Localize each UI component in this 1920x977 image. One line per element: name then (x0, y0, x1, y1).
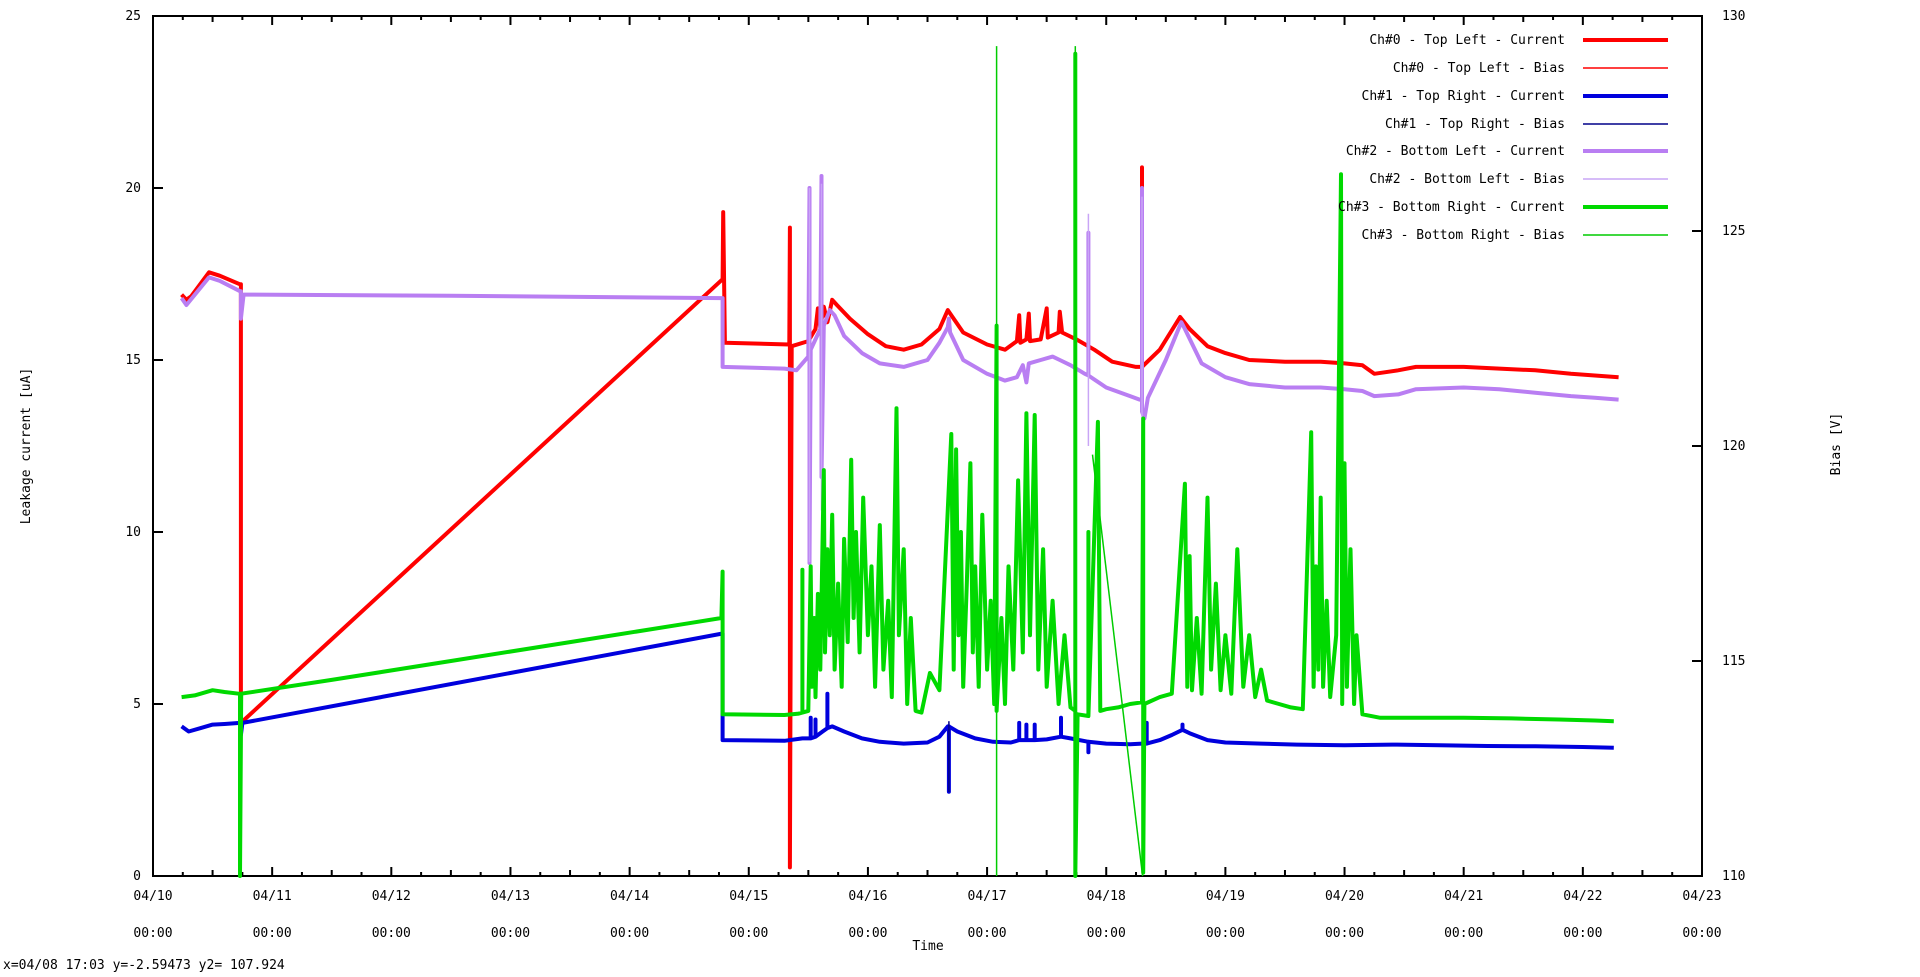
x-tick-date-label: 04/16 (848, 889, 887, 904)
x-tick-time-label: 00:00 (968, 926, 1007, 941)
y-tick-label: 5 (133, 697, 141, 712)
x-tick-date-label: 04/12 (372, 889, 411, 904)
y-tick-label: 20 (125, 181, 141, 196)
legend-label-ch1-current: Ch#1 - Top Right - Current (1362, 89, 1566, 104)
legend-label-ch2-bias: Ch#2 - Bottom Left - Bias (1369, 172, 1565, 187)
mouse-coordinates-readout: x=04/08 17:03 y=-2.59473 y2= 107.924 (3, 958, 285, 973)
y-tick-label: 0 (133, 869, 141, 884)
x-tick-date-label: 04/15 (729, 889, 768, 904)
x-tick-time-label: 00:00 (133, 926, 172, 941)
x-tick-time-label: 00:00 (1087, 926, 1126, 941)
x-tick-time-label: 00:00 (1206, 926, 1245, 941)
y2-tick-label: 110 (1722, 869, 1745, 884)
x-tick-time-label: 00:00 (1563, 926, 1602, 941)
x-tick-time-label: 00:00 (1682, 926, 1721, 941)
x-tick-time-label: 00:00 (372, 926, 411, 941)
legend-label-ch0-current: Ch#0 - Top Left - Current (1369, 33, 1565, 48)
y-tick-label: 25 (125, 9, 141, 24)
y-tick-label: 10 (125, 525, 141, 540)
y2-axis-title: Bias [V] (1829, 413, 1844, 476)
x-tick-date-label: 04/10 (133, 889, 172, 904)
y2-tick-label: 120 (1722, 439, 1745, 454)
x-tick-date-label: 04/19 (1206, 889, 1245, 904)
y2-tick-label: 130 (1722, 9, 1745, 24)
x-tick-time-label: 00:00 (491, 926, 530, 941)
y-tick-label: 15 (125, 353, 141, 368)
y2-tick-label: 115 (1722, 654, 1745, 669)
legend-label-ch1-bias: Ch#1 - Top Right - Bias (1385, 117, 1565, 132)
x-tick-date-label: 04/20 (1325, 889, 1364, 904)
legend-label-ch3-current: Ch#3 - Bottom Right - Current (1338, 200, 1565, 215)
x-axis-title: Time (912, 939, 943, 954)
x-tick-date-label: 04/11 (253, 889, 292, 904)
legend-label-ch3-bias: Ch#3 - Bottom Right - Bias (1362, 228, 1566, 243)
x-tick-date-label: 04/13 (491, 889, 530, 904)
gnuplot-window: 04/10 00:00 04/11 00:00 04/12 00:00 04/13 00:00… (0, 0, 1920, 977)
x-tick-date-label: 04/23 (1682, 889, 1721, 904)
x-tick-time-label: 00:00 (253, 926, 292, 941)
legend-label-ch0-bias: Ch#0 - Top Left - Bias (1393, 61, 1565, 76)
x-tick-time-label: 00:00 (848, 926, 887, 941)
x-tick-time-label: 00:00 (1444, 926, 1483, 941)
series-ch1-current (180, 631, 1614, 794)
x-tick-date-label: 04/21 (1444, 889, 1483, 904)
x-tick-date-label: 04/14 (610, 889, 649, 904)
x-tick-time-label: 00:00 (1325, 926, 1364, 941)
legend-label-ch2-current: Ch#2 - Bottom Left - Current (1346, 144, 1565, 159)
x-tick-time-label: 00:00 (729, 926, 768, 941)
y-axis-title: Leakage current [uA] (19, 368, 34, 525)
chart-canvas[interactable]: 04/10 00:00 04/11 00:00 04/12 00:00 04/13 00:00… (0, 0, 1920, 977)
x-tick-time-label: 00:00 (610, 926, 649, 941)
x-tick-date-label: 04/17 (968, 889, 1007, 904)
x-tick-date-label: 04/22 (1563, 889, 1602, 904)
y2-tick-label: 125 (1722, 224, 1745, 239)
series-ch0-current (180, 165, 1619, 870)
x-tick-date-label: 04/18 (1087, 889, 1126, 904)
